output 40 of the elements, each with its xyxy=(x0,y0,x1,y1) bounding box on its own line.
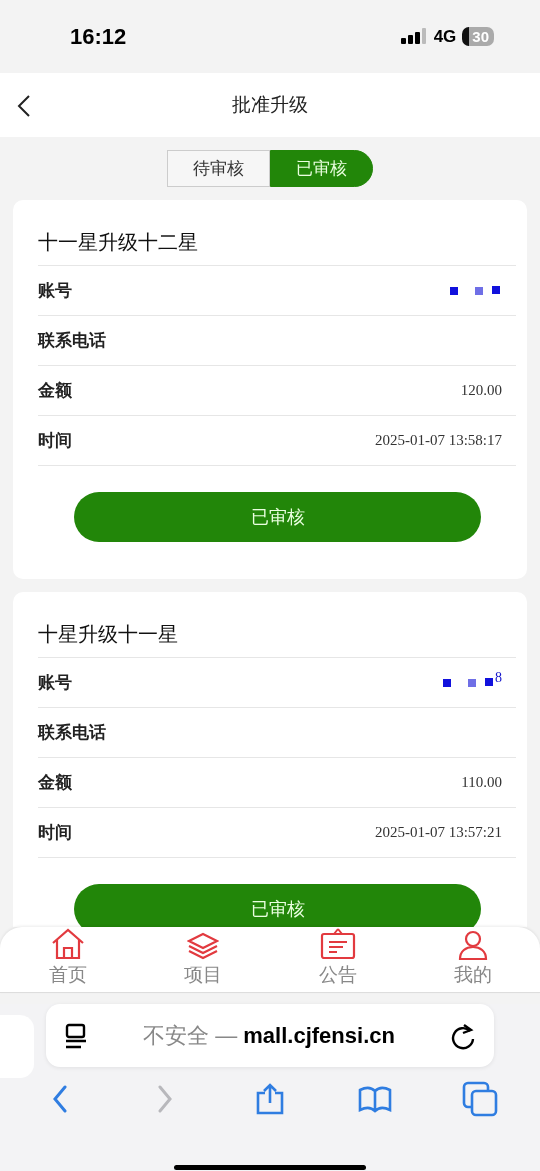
layers-icon xyxy=(186,932,219,960)
status-button[interactable]: 已审核 xyxy=(74,884,481,927)
field-value: 2025-01-07 13:57:21 xyxy=(374,824,502,841)
nav-tab[interactable]: 公告 xyxy=(270,927,405,992)
field-label: 时间 xyxy=(38,430,73,452)
card-title: 十一星升级十二星 xyxy=(38,230,199,255)
signal-icon xyxy=(400,27,427,46)
filter-tab[interactable]: 待审核 xyxy=(167,150,270,187)
page-title: 批准升级 xyxy=(231,93,309,117)
field-value: 8 xyxy=(495,669,502,686)
nav-tab[interactable]: 项目 xyxy=(135,927,270,992)
status-button[interactable]: 已审核 xyxy=(74,492,481,542)
nav-tab[interactable]: 首页 xyxy=(0,927,135,992)
share-icon[interactable] xyxy=(255,1083,285,1115)
book-icon[interactable] xyxy=(357,1084,392,1114)
battery-indicator: 30 xyxy=(462,27,494,46)
field-label: 金额 xyxy=(38,772,73,794)
field-value: 2025-01-07 13:58:17 xyxy=(374,432,502,449)
field-label: 时间 xyxy=(38,822,73,844)
home-icon xyxy=(50,928,85,960)
field-label: 账号 xyxy=(38,280,73,302)
field-label: 金额 xyxy=(38,380,73,402)
address-bar[interactable]: 不安全 — mall.cjfensi.cn xyxy=(46,1004,494,1067)
back-icon[interactable] xyxy=(16,94,32,118)
network-type: 4G xyxy=(433,26,457,47)
field-value: 120.00 xyxy=(460,382,502,399)
clock-time: 16:12 xyxy=(70,23,128,50)
filter-tab[interactable]: 已审核 xyxy=(270,150,373,187)
field-label: 账号 xyxy=(38,672,73,694)
field-label: 联系电话 xyxy=(38,330,107,352)
reload-icon[interactable] xyxy=(450,1021,476,1050)
user-icon xyxy=(457,930,488,960)
tabs-icon[interactable] xyxy=(461,1081,498,1117)
notice-board-icon xyxy=(319,928,356,960)
address-text: 不安全 — mall.cjfensi.cn xyxy=(142,1021,396,1050)
nav-tab[interactable]: 我的 xyxy=(405,927,540,992)
card-title: 十星升级十一星 xyxy=(38,622,179,647)
page-menu-icon[interactable] xyxy=(64,1022,88,1049)
field-label: 联系电话 xyxy=(38,722,107,744)
field-value: 110.00 xyxy=(461,774,502,791)
